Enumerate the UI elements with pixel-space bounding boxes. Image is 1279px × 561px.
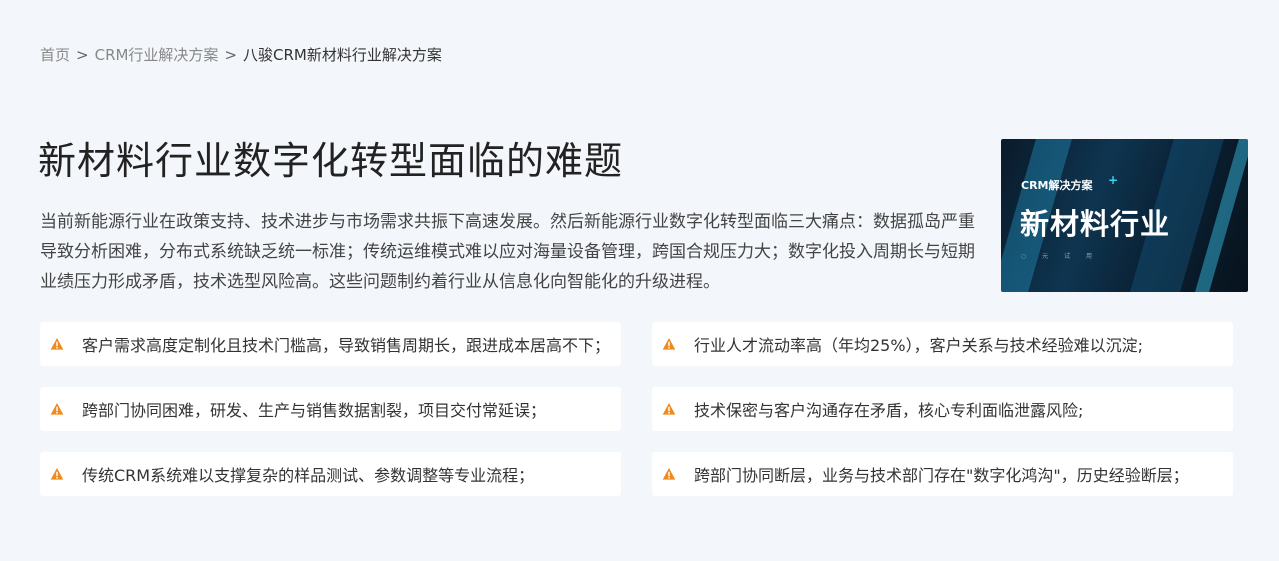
banner-subtitle: CRM解决方案 [1021, 179, 1093, 192]
problem-card: 跨部门协同断层，业务与技术部门存在"数字化鸿沟"，历史经验断层； [652, 452, 1233, 496]
breadcrumb-current: 八骏CRM新材料行业解决方案 [243, 46, 442, 64]
warning-icon [662, 468, 676, 480]
breadcrumb-category-link[interactable]: CRM行业解决方案 [95, 46, 219, 64]
problem-text: 传统CRM系统难以支撑复杂的样品测试、参数调整等专业流程； [82, 466, 535, 485]
industry-banner-image: CRM解决方案 + 新材料行业 ○ 元 试 用 [1001, 139, 1248, 292]
problem-card: 技术保密与客户沟通存在矛盾，核心专利面临泄露风险; [652, 387, 1233, 431]
breadcrumb-separator: > [76, 46, 89, 64]
warning-icon [662, 338, 676, 350]
problem-text: 技术保密与客户沟通存在矛盾，核心专利面临泄露风险; [694, 401, 1084, 420]
banner-caption: ○ 元 试 用 [1021, 253, 1099, 260]
section-description: 当前新能源行业在政策支持、技术进步与市场需求共振下高速发展。然后新能源行业数字化… [40, 212, 975, 292]
warning-icon [50, 403, 64, 415]
problem-card: 传统CRM系统难以支撑复杂的样品测试、参数调整等专业流程； [40, 452, 621, 496]
problem-text: 跨部门协同困难，研发、生产与销售数据割裂，项目交付常延误； [82, 401, 547, 420]
page-title: 新材料行业数字化转型面临的难题 [38, 139, 624, 183]
problem-text: 行业人才流动率高（年均25%），客户关系与技术经验难以沉淀; [694, 336, 1143, 355]
problem-card: 客户需求高度定制化且技术门槛高，导致销售周期长，跟进成本居高不下； [40, 322, 621, 366]
problem-text: 客户需求高度定制化且技术门槛高，导致销售周期长，跟进成本居高不下； [82, 336, 611, 355]
warning-icon [662, 403, 676, 415]
banner-plus-icon: + [1108, 173, 1119, 187]
breadcrumb-separator: > [224, 46, 238, 64]
problem-card: 跨部门协同困难，研发、生产与销售数据割裂，项目交付常延误； [40, 387, 621, 431]
problem-text: 跨部门协同断层，业务与技术部门存在"数字化鸿沟"，历史经验断层； [694, 466, 1189, 485]
warning-icon [50, 338, 64, 350]
problem-card: 行业人才流动率高（年均25%），客户关系与技术经验难以沉淀; [652, 322, 1233, 366]
warning-icon [50, 468, 64, 480]
breadcrumb: 首页 > CRM行业解决方案 > 八骏CRM新材料行业解决方案 [40, 44, 442, 65]
breadcrumb-home-link[interactable]: 首页 [40, 46, 70, 64]
banner-heading: 新材料行业 [1020, 207, 1171, 241]
